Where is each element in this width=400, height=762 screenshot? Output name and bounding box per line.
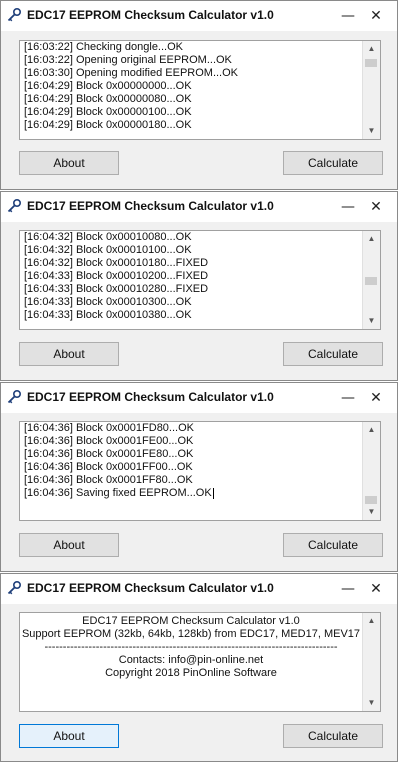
log-line: [16:04:33] Block 0x00010280...FIXED (24, 283, 209, 295)
minimize-button[interactable]: — (337, 5, 359, 27)
log-textbox[interactable]: [16:03:22] Checking dongle...OK [16:03:2… (19, 40, 381, 140)
log-line: [16:04:33] Block 0x00010200...FIXED (24, 270, 209, 282)
close-button[interactable]: ✕ (365, 196, 387, 218)
vertical-scrollbar[interactable]: ▲ ▼ (362, 41, 380, 139)
about-divider: ----------------------------------------… (44, 641, 338, 653)
log-line-text: [16:04:36] Saving fixed EEPROM...OK (24, 487, 212, 499)
scroll-up-arrow-icon[interactable]: ▲ (363, 422, 380, 438)
about-contacts: Contacts: info@pin-online.net (118, 654, 264, 666)
log-line: [16:03:22] Opening original EEPROM...OK (24, 54, 232, 66)
minimize-button[interactable]: — (337, 578, 359, 600)
scroll-thumb[interactable] (365, 277, 377, 285)
log-line: [16:04:32] Block 0x00010100...OK (24, 244, 192, 256)
scroll-up-arrow-icon[interactable]: ▲ (363, 41, 380, 57)
scroll-up-arrow-icon[interactable]: ▲ (363, 613, 380, 629)
about-support: Support EEPROM (32kb, 64kb, 128kb) from … (21, 628, 361, 640)
window-title: EDC17 EEPROM Checksum Calculator v1.0 (27, 8, 274, 22)
title-bar[interactable]: EDC17 EEPROM Checksum Calculator v1.0 — … (1, 192, 397, 222)
vertical-scrollbar[interactable]: ▲ ▼ (362, 231, 380, 329)
key-icon (7, 198, 22, 213)
minimize-button[interactable]: — (337, 387, 359, 409)
vertical-scrollbar[interactable]: ▲ ▼ (362, 613, 380, 711)
scroll-down-arrow-icon[interactable]: ▼ (363, 695, 380, 711)
log-line: [16:04:36] Block 0x0001FF00...OK (24, 461, 193, 473)
key-icon (7, 580, 22, 595)
calculate-button[interactable]: Calculate (283, 342, 383, 366)
app-window-3: EDC17 EEPROM Checksum Calculator v1.0 — … (0, 382, 398, 572)
close-button[interactable]: ✕ (365, 578, 387, 600)
scroll-thumb[interactable] (365, 59, 377, 67)
about-button[interactable]: About (19, 342, 119, 366)
about-copyright: Copyright 2018 PinOnline Software (105, 667, 277, 679)
log-textbox[interactable]: [16:04:32] Block 0x00010080...OK [16:04:… (19, 230, 381, 330)
calculate-button[interactable]: Calculate (283, 724, 383, 748)
about-button[interactable]: About (19, 151, 119, 175)
app-window-2: EDC17 EEPROM Checksum Calculator v1.0 — … (0, 191, 398, 381)
calculate-button[interactable]: Calculate (283, 533, 383, 557)
log-line: [16:04:36] Block 0x0001FD80...OK (24, 422, 194, 434)
log-line: [16:04:29] Block 0x00000000...OK (24, 80, 192, 92)
title-bar[interactable]: EDC17 EEPROM Checksum Calculator v1.0 — … (1, 574, 397, 604)
log-line-last: [16:04:36] Saving fixed EEPROM...OK (24, 487, 360, 500)
log-line: [16:04:33] Block 0x00010380...OK (24, 309, 192, 321)
log-line: [16:03:22] Checking dongle...OK (24, 41, 183, 53)
window-title: EDC17 EEPROM Checksum Calculator v1.0 (27, 390, 274, 404)
title-bar[interactable]: EDC17 EEPROM Checksum Calculator v1.0 — … (1, 1, 397, 31)
title-bar[interactable]: EDC17 EEPROM Checksum Calculator v1.0 — … (1, 383, 397, 413)
log-line: [16:04:29] Block 0x00000100...OK (24, 106, 192, 118)
log-line: [16:04:29] Block 0x00000080...OK (24, 93, 192, 105)
minimize-button[interactable]: — (337, 196, 359, 218)
log-line: [16:03:30] Opening modified EEPROM...OK (24, 67, 239, 79)
log-lines: [16:03:22] Checking dongle...OK [16:03:2… (24, 41, 360, 132)
log-line: [16:04:36] Block 0x0001FE00...OK (24, 435, 194, 447)
about-button[interactable]: About (19, 724, 119, 748)
log-line: [16:04:36] Block 0x0001FE80...OK (24, 448, 194, 460)
calculate-button[interactable]: Calculate (283, 151, 383, 175)
about-title: EDC17 EEPROM Checksum Calculator v1.0 (82, 615, 300, 627)
close-button[interactable]: ✕ (365, 387, 387, 409)
close-button[interactable]: ✕ (365, 5, 387, 27)
window-title: EDC17 EEPROM Checksum Calculator v1.0 (27, 199, 274, 213)
app-window-4: EDC17 EEPROM Checksum Calculator v1.0 — … (0, 573, 398, 762)
scroll-down-arrow-icon[interactable]: ▼ (363, 313, 380, 329)
log-textbox[interactable]: [16:04:36] Block 0x0001FD80...OK [16:04:… (19, 421, 381, 521)
scroll-down-arrow-icon[interactable]: ▼ (363, 504, 380, 520)
window-title: EDC17 EEPROM Checksum Calculator v1.0 (27, 581, 274, 595)
log-line: [16:04:36] Block 0x0001FF80...OK (24, 474, 193, 486)
key-icon (7, 7, 22, 22)
log-lines: [16:04:36] Block 0x0001FD80...OK [16:04:… (24, 422, 360, 500)
about-textbox[interactable]: EDC17 EEPROM Checksum Calculator v1.0 Su… (19, 612, 381, 712)
scroll-up-arrow-icon[interactable]: ▲ (363, 231, 380, 247)
key-icon (7, 389, 22, 404)
log-lines: [16:04:32] Block 0x00010080...OK [16:04:… (24, 231, 360, 322)
app-window-1: EDC17 EEPROM Checksum Calculator v1.0 — … (0, 0, 398, 190)
about-button[interactable]: About (19, 533, 119, 557)
log-line: [16:04:29] Block 0x00000180...OK (24, 119, 192, 131)
scroll-thumb[interactable] (365, 496, 377, 504)
about-lines: EDC17 EEPROM Checksum Calculator v1.0 Su… (20, 615, 362, 680)
vertical-scrollbar[interactable]: ▲ ▼ (362, 422, 380, 520)
log-line: [16:04:32] Block 0x00010080...OK (24, 231, 192, 243)
log-line: [16:04:33] Block 0x00010300...OK (24, 296, 192, 308)
log-line: [16:04:32] Block 0x00010180...FIXED (24, 257, 209, 269)
text-caret (212, 487, 214, 499)
scroll-down-arrow-icon[interactable]: ▼ (363, 123, 380, 139)
